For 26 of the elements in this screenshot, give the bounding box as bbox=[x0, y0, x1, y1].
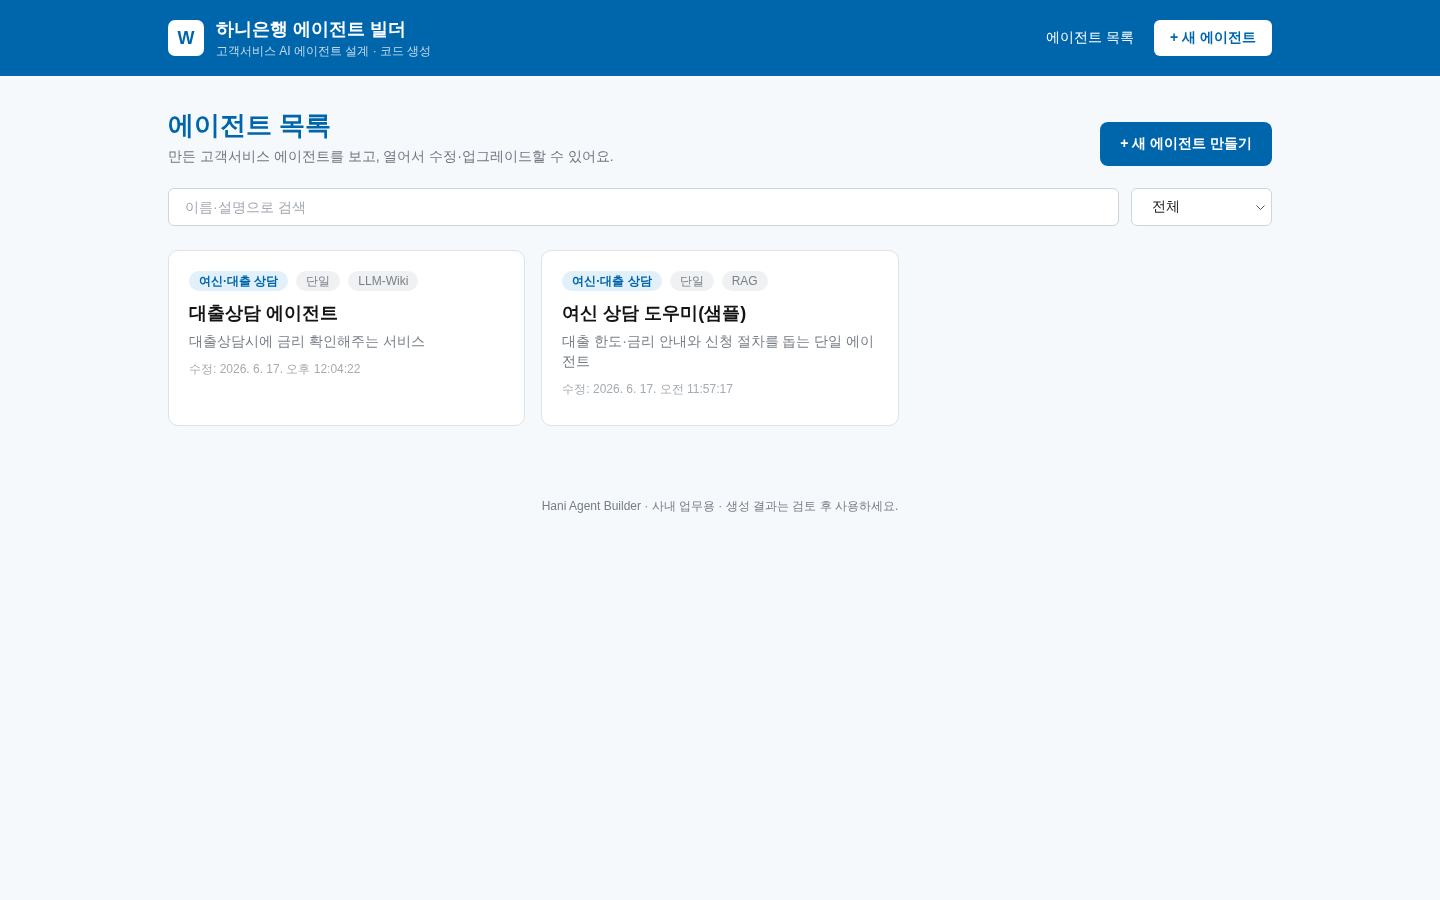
search-field[interactable]: 이름·설명으로 검색 bbox=[168, 188, 1119, 226]
footer-text: Hani Agent Builder · 사내 업무용 · 생성 결과는 검토 후 사용하세요. bbox=[541, 499, 899, 513]
category-tag: 여신·대출 상담 bbox=[189, 271, 289, 291]
agent-card[interactable]: 여신·대출 상담 단일 LLM-Wiki 대출상담 에이전트 대출상담시에 금리 확인해주는 서비스 수정: 2026. 6. 17. 오후 12:04:22 bbox=[168, 250, 526, 426]
agent-description: 대출 한도·금리 안내와 신청 절차를 돕는 단일 에이전트 bbox=[562, 332, 876, 371]
agent-name: 여신 상담 도우미(샘플) bbox=[562, 302, 748, 325]
new-agent-button[interactable]: + 새 에이전트 bbox=[1154, 20, 1272, 56]
agent-name: 대출상담 에이전트 bbox=[189, 302, 339, 325]
nav-link[interactable]: 에이전트 목록 bbox=[1046, 29, 1135, 47]
category-dropdown[interactable]: 전체 bbox=[1131, 188, 1272, 226]
modified-date: 수정: 2026. 6. 17. 오전 11:57:17 bbox=[562, 381, 734, 397]
app-title: 하니은행 에이전트 빌더 bbox=[216, 18, 407, 41]
type-tag: RAG bbox=[721, 271, 768, 291]
create-agent-button[interactable]: + 새 에이전트 만들기 bbox=[1100, 122, 1272, 166]
page-title: 에이전트 목록 bbox=[168, 109, 333, 142]
page-description: 만든 고객서비스 에이전트를 보고, 열어서 수정·업그레이드할 수 있어요. bbox=[168, 147, 614, 166]
type-tag: 단일 bbox=[296, 271, 341, 291]
type-tag: 단일 bbox=[669, 271, 714, 291]
logo-icon: W bbox=[168, 20, 204, 56]
modified-date: 수정: 2026. 6. 17. 오후 12:04:22 bbox=[189, 361, 362, 377]
category-tag: 여신·대출 상담 bbox=[562, 271, 662, 291]
app-subtitle: 고객서비스 AI 에이전트 설계 · 코드 생성 bbox=[216, 43, 432, 59]
agent-description: 대출상담시에 금리 확인해주는 서비스 bbox=[189, 332, 426, 351]
type-tag: LLM-Wiki bbox=[348, 271, 419, 291]
caret-icon bbox=[1256, 204, 1265, 210]
agent-card[interactable]: 여신·대출 상담 단일 RAG 여신 상담 도우미(샘플) 대출 한도·금리 안내와 신청 절차를 돕는 단일 에이전트 수정: 2026. 6. 17. 오전 11:57:17 bbox=[541, 250, 899, 426]
